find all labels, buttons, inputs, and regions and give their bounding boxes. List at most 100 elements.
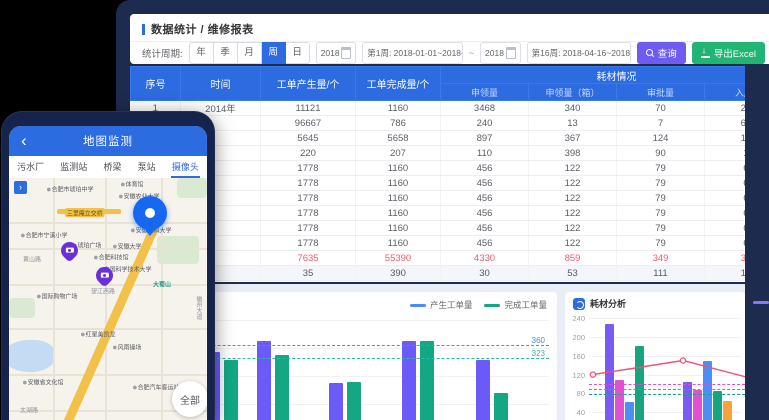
map-poi-label: 红星美凯龙 (81, 329, 116, 338)
summary-cell: 55390 (356, 251, 441, 266)
table-cell: 456 (441, 206, 529, 221)
show-all-button[interactable]: 全部 (172, 381, 207, 417)
sub-column-header: 申领量（箱） (529, 84, 617, 101)
table-cell: 79 (617, 161, 705, 176)
end-year-select[interactable]: 2018 (480, 42, 521, 64)
download-icon (701, 49, 710, 58)
camera-cluster-marker[interactable] (133, 196, 167, 230)
period-button-月[interactable]: 月 (238, 42, 262, 64)
summary-cell: 859 (529, 251, 617, 266)
poi-icon (121, 183, 125, 187)
table-cell: 456 (441, 236, 529, 251)
table-cell: 1160 (356, 176, 441, 191)
legend-item[interactable]: 完成工单量 (484, 299, 547, 311)
table-cell: 122 (529, 206, 617, 221)
consumables-chart-card: 耗材分析 4080120160200240 (565, 292, 745, 420)
y-axis-tick: 240 (569, 314, 585, 323)
breadcrumb-text: 数据统计 / 维修报表 (151, 21, 254, 37)
table-cell: 456 (441, 161, 529, 176)
end-week-input[interactable]: 第16周: 2018-04-16~2018-04-22 (527, 42, 631, 64)
poi-icon (119, 195, 123, 199)
street (9, 248, 207, 250)
poi-icon (81, 333, 85, 337)
map-poi-label: 国际购物广场 (37, 291, 77, 300)
summary-cell: 35 (261, 266, 356, 281)
reference-line (589, 389, 745, 390)
bar (683, 382, 692, 420)
map-poi-label: 三里庵立交桥 (65, 208, 105, 217)
map-expand-button[interactable]: › (14, 181, 27, 194)
table-row: 6177811604561227967 (131, 176, 746, 191)
map-view[interactable]: 合肥市琥珀中学体育馆安徽农业大学三里庵立交桥合肥市宁溪小学安徽医科大学琥珀广场安… (9, 178, 207, 420)
bar-产生工单量 (476, 360, 490, 420)
table-cell: 122 (529, 191, 617, 206)
phone-mockup: ‹ 地图监测 污水厂监测站桥梁泵站摄像头 合肥市琥珀中学体育馆安徽农业大学三里庵… (2, 112, 214, 420)
map-poi-label: 合肥汽车客运站 (133, 382, 179, 391)
header-card: 数据统计 / 维修报表 统计周期: 年季月周日 2018 第1周: 2018-0… (130, 14, 769, 64)
park-area (177, 178, 207, 198)
phone-page-title: 地图监测 (83, 133, 133, 149)
table-cell: 650 (705, 116, 746, 131)
period-button-日[interactable]: 日 (286, 42, 310, 64)
bar (703, 361, 712, 420)
map-poi-label: 风雨操场 (113, 342, 142, 351)
table-row: 9177811604561227967 (131, 221, 746, 236)
avg-row: 平均值353903053111140 (131, 266, 746, 281)
table-cell: 79 (617, 221, 705, 236)
phone-tab-监测站[interactable]: 监测站 (59, 157, 88, 178)
street (105, 178, 107, 420)
chart-title: 耗材分析 (590, 297, 626, 310)
bar-完成工单量 (224, 360, 238, 420)
poi-icon (47, 188, 51, 192)
table-cell: 90 (617, 146, 705, 161)
summary-cell: 30 (441, 266, 529, 281)
bar (615, 380, 624, 420)
reference-line-label: 360 (532, 336, 545, 345)
start-year-select[interactable]: 2018 (316, 42, 357, 64)
bar-完成工单量 (275, 355, 289, 420)
period-button-年[interactable]: 年 (189, 42, 214, 64)
table-cell: 456 (441, 176, 529, 191)
table-cell: 122 (529, 176, 617, 191)
table-cell: 207 (356, 146, 441, 161)
legend-label: 完成工单量 (504, 299, 547, 311)
poi-icon (37, 295, 41, 299)
map-poi-label: 安徽省文化馆 (23, 377, 63, 386)
phone-tab-泵站[interactable]: 泵站 (137, 157, 157, 178)
filter-label: 统计周期: (142, 46, 183, 60)
y-axis-tick: 160 (569, 352, 585, 361)
phone-tab-污水厂[interactable]: 污水厂 (16, 157, 45, 178)
water-area (9, 340, 55, 372)
table-row: 296667786240137650 (131, 116, 746, 131)
back-chevron-icon[interactable]: ‹ (21, 128, 27, 154)
start-week-input[interactable]: 第1周: 2018-01-01~2018-01-07 (362, 42, 463, 64)
table-cell: 1778 (261, 191, 356, 206)
table-cell: 67 (705, 236, 746, 251)
phone-tab-摄像头[interactable]: 摄像头 (171, 157, 200, 178)
query-button[interactable]: 查询 (637, 42, 686, 64)
period-button-季[interactable]: 季 (214, 42, 238, 64)
legend-item[interactable]: 产生工单量 (410, 299, 473, 311)
table-cell: 122 (529, 161, 617, 176)
phone-header: ‹ 地图监测 (9, 126, 207, 156)
street (9, 222, 207, 224)
column-header: 时间 (181, 67, 261, 101)
table-cell: 340 (529, 101, 617, 116)
phone-tab-桥梁[interactable]: 桥梁 (102, 157, 122, 178)
map-poi-label: 体育馆 (121, 179, 144, 188)
bar-完成工单量 (347, 382, 361, 420)
report-table: 序号时间工单产生量/个工单完成量/个耗材情况申领量申领量（箱）审批量入库量 12… (130, 66, 745, 281)
table-cell: 1778 (261, 161, 356, 176)
sub-column-header: 申领量 (441, 84, 529, 101)
table-cell: 67 (705, 206, 746, 221)
filter-bar: 统计周期: 年季月周日 2018 第1周: 2018-01-01~2018-01… (142, 42, 765, 64)
period-button-周[interactable]: 周 (262, 42, 286, 64)
table-row: 42202071103989019 (131, 146, 746, 161)
export-excel-button[interactable]: 导出Excel (692, 42, 765, 64)
bar-产生工单量 (402, 341, 416, 420)
table-cell: 67 (705, 176, 746, 191)
table-cell: 11121 (261, 101, 356, 116)
table-cell: 398 (529, 146, 617, 161)
total-row: 合计7635553904330859349336 (131, 251, 746, 266)
table-cell: 5658 (356, 131, 441, 146)
